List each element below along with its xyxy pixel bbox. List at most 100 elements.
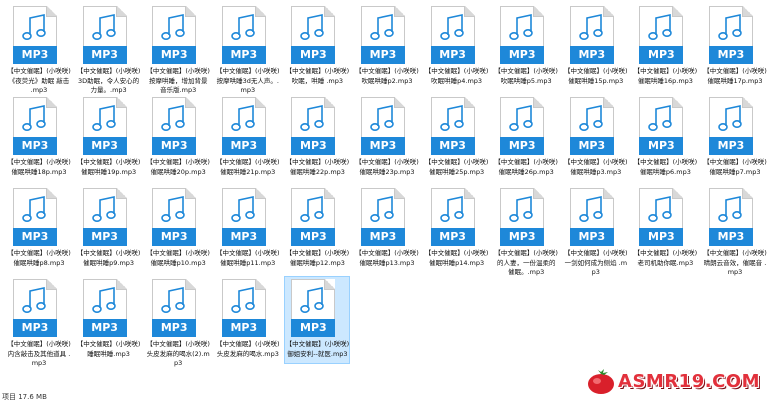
mp3-file-icon: MP3 [221, 97, 266, 155]
music-note-icon [22, 105, 46, 131]
file-name: 【中文催眠】(小咲咲)按摩哄睡，增加背景音乐版.mp3 [146, 67, 210, 94]
mp3-file-icon: MP3 [13, 279, 57, 337]
file-type-badge: MP3 [291, 319, 336, 337]
mp3-file-icon: MP3 [500, 6, 545, 64]
file-name: 【中文催眠】(小咲咲)催眠哄睡p9.mp3 [76, 249, 141, 267]
file-item[interactable]: MP3 【中文催眠】(小咲咲)老司机助你眠.mp3 [632, 185, 698, 273]
file-item[interactable]: MP3 【中文催眠】(小咲咲)催眠哄睡20p.mp3 [145, 94, 211, 182]
mp3-file-icon: MP3 [152, 188, 197, 246]
music-note-icon [648, 14, 673, 40]
file-type-badge: MP3 [569, 228, 614, 246]
file-item[interactable]: MP3 【中文催眠】(小咲咲)头皮发麻的喝水.mp3 [215, 276, 281, 364]
file-item[interactable]: MP3 【中文催眠】(小咲咲)《夜荧光》助眠 敲击 .mp3 [6, 3, 72, 94]
file-name: 【中文催眠】(小咲咲)催眠哄睡25p.mp3 [424, 158, 489, 176]
music-note-icon [370, 14, 394, 40]
music-note-icon [91, 105, 116, 131]
file-type-badge: MP3 [291, 137, 336, 155]
file-item[interactable]: MP3 【中文催眠】(小咲咲)吹眠哄睡p4.mp3 [424, 3, 490, 91]
mp3-file-icon: MP3 [152, 279, 197, 337]
file-name: 【中文催眠】(小咲咲)催眠哄睡p14.mp3 [424, 249, 489, 267]
file-type-badge: MP3 [569, 46, 614, 64]
mp3-file-icon: MP3 [82, 188, 127, 246]
file-item[interactable]: MP3 【中文催眠】(小咲咲)催眠哄睡23p.mp3 [354, 94, 420, 182]
mp3-file-icon: MP3 [221, 6, 266, 64]
file-item[interactable]: MP3 【中文催眠】(小咲咲)吹眠，哄睡 .mp3 [284, 3, 350, 91]
file-item[interactable]: MP3 【中文催眠】(小咲咲)催眠哄睡p7.mp3 [702, 94, 768, 182]
file-item[interactable]: MP3 【中文催眠】(小咲咲)的人妻，一份温柔的催眠。.mp3 [493, 185, 559, 276]
file-item[interactable]: MP3 【中文催眠】(小咲咲)御姐安利--就医.mp3 [284, 276, 351, 364]
file-name: 【中文催眠】(小咲咲)催眠哄睡p10.mp3 [146, 249, 210, 267]
music-note-icon [509, 105, 533, 131]
file-type-badge: MP3 [430, 46, 475, 64]
file-item[interactable]: MP3 【中文催眠】(小咲咲)晴朗云音效，催眠音 .mp3 [702, 185, 768, 276]
file-type-badge: MP3 [13, 46, 57, 64]
music-note-icon [439, 14, 464, 40]
music-note-icon [578, 196, 603, 222]
file-item[interactable]: MP3 【中文催眠】(小咲咲)催眠哄睡p8.mp3 [6, 185, 72, 273]
file-item[interactable]: MP3 【中文催眠】(小咲咲)催眠哄睡p6.mp3 [632, 94, 698, 182]
file-name: 【中文催眠】(小咲咲)催眠哄睡16p.mp3 [633, 67, 698, 85]
music-note-icon [439, 196, 464, 222]
file-item[interactable]: MP3 【中文催眠】(小咲咲)催眠哄睡15p.mp3 [563, 3, 629, 91]
file-item[interactable]: MP3 【中文催眠】(小咲咲)头皮发麻的喝水(2).mp3 [145, 276, 211, 367]
mp3-file-icon: MP3 [82, 6, 127, 64]
file-name: 【中文催眠】(小咲咲)吹眠哄睡p4.mp3 [424, 67, 489, 85]
file-item[interactable]: MP3 【中文催眠】(小咲咲)催眠哄睡19p.mp3 [76, 94, 142, 182]
file-name: 【中文催眠】(小咲咲)催眠哄睡p11.mp3 [216, 249, 280, 267]
file-name: 【中文催眠】(小咲咲)催眠哄睡p6.mp3 [633, 158, 698, 176]
file-item[interactable]: MP3 【中文催眠】(小咲咲)催眠哄睡p13.mp3 [354, 185, 420, 273]
mp3-file-icon: MP3 [569, 6, 614, 64]
file-item[interactable]: MP3 【中文催眠】(小咲咲)催眠哄睡17p.mp3 [702, 3, 768, 91]
file-item[interactable]: MP3 【中文催眠】(小咲咲)催眠哄睡18p.mp3 [6, 94, 72, 182]
file-item[interactable]: MP3 【中文催眠】(小咲咲)催眠哄睡p12.mp3 [284, 185, 350, 273]
file-name: 【中文催眠】(小咲咲)催眠哄睡23p.mp3 [355, 158, 419, 176]
file-type-badge: MP3 [430, 228, 475, 246]
file-item[interactable]: MP3 【中文催眠】(小咲咲)催眠哄睡p9.mp3 [76, 185, 142, 273]
mp3-file-icon: MP3 [709, 6, 753, 64]
mp3-file-icon: MP3 [152, 97, 197, 155]
music-note-icon [718, 105, 742, 131]
music-note-icon [161, 14, 185, 40]
file-item[interactable]: MP3 【中文催眠】(小咲咲)催眠哄睡16p.mp3 [632, 3, 698, 91]
file-item[interactable]: MP3 【中文催眠】(小咲咲)催眠哄睡p14.mp3 [424, 185, 490, 273]
file-grid: MP3 【中文催眠】(小咲咲)《夜荧光》助眠 敲击 .mp3 MP3 【中文催眠】(小… [0, 0, 768, 395]
file-item[interactable]: MP3 【中文催眠】(小咲咲)3D助眠，令人安心的力量。.mp3 [76, 3, 142, 94]
mp3-file-icon: MP3 [13, 6, 57, 64]
file-item[interactable]: MP3 【中文催眠】(小咲咲)内含敲击及其他道具 .mp3 [6, 276, 72, 367]
mp3-file-icon: MP3 [430, 6, 475, 64]
music-note-icon [230, 287, 255, 313]
file-item[interactable]: MP3 【中文催眠】(小咲咲)睡眠哄睡.mp3 [76, 276, 142, 364]
file-item[interactable]: MP3 【中文催眠】(小咲咲)吹眠哄睡p2.mp3 [354, 3, 420, 91]
file-item[interactable]: MP3 【中文催眠】(小咲咲)催眠哄睡26p.mp3 [493, 94, 559, 182]
file-item[interactable]: MP3 【中文催眠】(小咲咲)按摩哄睡，增加背景音乐版.mp3 [145, 3, 211, 94]
status-bar: 项目 17.6 MB [0, 393, 202, 401]
mp3-file-icon: MP3 [639, 97, 684, 155]
music-note-icon [370, 196, 394, 222]
mp3-file-icon: MP3 [430, 188, 475, 246]
file-type-badge: MP3 [361, 46, 405, 64]
file-item[interactable]: MP3 【中文催眠】(小咲咲)吹眠哄睡p5.mp3 [493, 3, 559, 91]
mp3-file-icon: MP3 [709, 97, 753, 155]
mp3-file-icon: MP3 [82, 279, 127, 337]
music-note-icon [161, 196, 185, 222]
file-name: 【中文催眠】(小咲咲)催眠哄睡20p.mp3 [146, 158, 210, 176]
music-note-icon [648, 196, 673, 222]
file-item[interactable]: MP3 【中文催眠】(小咲咲)按摩哄睡3d无人声。.mp3 [215, 3, 281, 94]
file-item[interactable]: MP3 【中文催眠】(小咲咲)催眠哄睡p3.mp3 [563, 94, 629, 182]
mp3-file-icon: MP3 [291, 188, 336, 246]
music-note-icon [230, 14, 255, 40]
file-type-badge: MP3 [82, 46, 127, 64]
file-item[interactable]: MP3 【中文催眠】(小咲咲)催眠哄睡25p.mp3 [424, 94, 490, 182]
file-type-badge: MP3 [221, 228, 266, 246]
watermark-logo: ASMR19.COM [586, 368, 760, 394]
file-item[interactable]: MP3 【中文催眠】(小咲咲)催眠哄睡p11.mp3 [215, 185, 281, 273]
mp3-file-icon: MP3 [500, 188, 545, 246]
file-item[interactable]: MP3 【中文催眠】(小咲咲)催眠哄睡22p.mp3 [284, 94, 350, 182]
mp3-file-icon: MP3 [291, 97, 336, 155]
file-type-badge: MP3 [639, 137, 684, 155]
file-item[interactable]: MP3 【中文催眠】(小咲咲)催眠哄睡p10.mp3 [145, 185, 211, 273]
status-text: 项目 17.6 MB [2, 393, 47, 401]
file-item[interactable]: MP3 【中文催眠】(小咲咲)一剑如何成为侧焰 .mp3 [563, 185, 629, 276]
mp3-file-icon: MP3 [291, 6, 336, 64]
file-item[interactable]: MP3 【中文催眠】(小咲咲)催眠哄睡21p.mp3 [215, 94, 281, 182]
